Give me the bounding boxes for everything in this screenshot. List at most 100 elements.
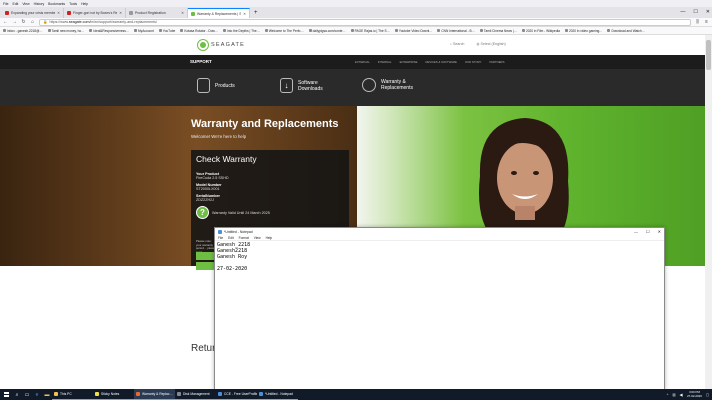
bookmark-item[interactable]: Download and Watch… bbox=[607, 29, 645, 33]
support-nav-item[interactable]: ENTERPRISE bbox=[400, 60, 418, 64]
minimize-icon[interactable]: — bbox=[680, 7, 685, 17]
support-mega-menu: Products ↓ Software Downloads Warranty & R… bbox=[0, 69, 712, 106]
taskbar-app[interactable]: Sticky Notes bbox=[93, 389, 134, 400]
page-scrollbar[interactable] bbox=[705, 35, 712, 389]
tab-bar: Expanding your crisis member…✕Finger-gor… bbox=[0, 7, 712, 18]
menu-icon[interactable]: ≡ bbox=[704, 19, 709, 25]
notepad-icon bbox=[218, 229, 222, 234]
maximize-icon[interactable]: ☐ bbox=[693, 7, 697, 17]
bookmark-item[interactable]: CNN International - B… bbox=[437, 29, 475, 33]
gear-icon bbox=[362, 78, 376, 92]
bookmark-favicon-icon bbox=[564, 29, 568, 32]
header-language-link[interactable]: ◍ Select (English) bbox=[476, 42, 505, 46]
chevron-up-icon[interactable]: ^ bbox=[667, 393, 669, 397]
bookmark-item[interactable]: YouTube bbox=[158, 29, 175, 33]
notepad-menu-help[interactable]: Help bbox=[266, 236, 273, 240]
bookmark-label: Into the Depths | The… bbox=[227, 28, 260, 33]
reload-icon[interactable]: ↻ bbox=[21, 19, 26, 25]
header-search-link[interactable]: ⌕ Search bbox=[450, 42, 464, 46]
taskbar-app[interactable]: Warranty & Replac… bbox=[134, 389, 175, 400]
taskbar-app[interactable]: *Untitled - Notepad bbox=[257, 389, 298, 400]
bookmark-item[interactable]: dailypigsa.com/conte… bbox=[308, 29, 346, 33]
menu-item-bookmarks[interactable]: Bookmarks bbox=[48, 2, 65, 6]
support-nav-item[interactable]: EXTERNAL bbox=[355, 60, 370, 64]
taskbar-app[interactable]: This PC bbox=[52, 389, 93, 400]
home-icon[interactable]: ⌂ bbox=[30, 19, 35, 25]
browser-tab[interactable]: Warranty & Replacements | S… ✕ bbox=[188, 8, 250, 18]
green-action-button-2[interactable] bbox=[196, 262, 216, 270]
mega-item-products[interactable]: Products bbox=[197, 78, 235, 93]
browser-tab[interactable]: Expanding your crisis member…✕ bbox=[2, 8, 64, 18]
search-label: Search bbox=[453, 42, 465, 46]
notifications-icon[interactable]: ▢ bbox=[706, 393, 709, 397]
taskbar-app[interactable]: Disk Management bbox=[175, 389, 216, 400]
menu-item-history[interactable]: History bbox=[34, 2, 45, 6]
tab-favicon-icon bbox=[5, 11, 9, 15]
support-nav-item[interactable]: INTERNAL bbox=[378, 60, 392, 64]
lock-icon: 🔒 bbox=[43, 20, 48, 24]
hero-title: Warranty and Replacements bbox=[191, 118, 339, 130]
notepad-menu-file[interactable]: File bbox=[218, 236, 223, 240]
tab-close-icon[interactable]: ✕ bbox=[181, 11, 184, 15]
support-nav-item[interactable]: PARTNERS bbox=[489, 60, 504, 64]
bookmark-item[interactable]: 2020 in video gaming… bbox=[564, 29, 602, 33]
bookmark-item[interactable]: MyAccount bbox=[134, 29, 154, 33]
library-icon[interactable]: ⫼ bbox=[695, 19, 700, 25]
bookmark-item[interactable]: Inbox - ganesh.2218@… bbox=[3, 29, 43, 33]
start-button[interactable] bbox=[0, 389, 12, 400]
tab-close-icon[interactable]: ✕ bbox=[243, 12, 246, 16]
taskbar-app[interactable]: CCE - Free UserProfile… bbox=[216, 389, 257, 400]
network-icon[interactable]: ▥ bbox=[672, 393, 675, 397]
notepad-titlebar[interactable]: *Untitled - Notepad — ☐ ✕ bbox=[215, 228, 664, 235]
back-icon[interactable]: ← bbox=[3, 19, 8, 25]
bookmark-item[interactable]: Tamil new money, ho… bbox=[47, 29, 84, 33]
green-action-button-1[interactable] bbox=[196, 252, 216, 260]
bookmark-item[interactable]: Into the Depths | The… bbox=[223, 29, 260, 33]
task-view-icon[interactable]: ▭ bbox=[22, 389, 32, 400]
notepad-menu-format[interactable]: Format bbox=[239, 236, 249, 240]
volume-icon[interactable]: ◀) bbox=[679, 393, 683, 397]
bookmark-item[interactable]: Welcome to The Perfo… bbox=[264, 29, 304, 33]
bookmark-item[interactable]: 2020 in Film - Wikipedia bbox=[521, 29, 560, 33]
bookmark-favicon-icon bbox=[3, 29, 6, 32]
bookmark-item[interactable]: Youtube Video Downl… bbox=[394, 29, 432, 33]
support-nav-item[interactable]: OUR STORY bbox=[465, 60, 482, 64]
tab-close-icon[interactable]: ✕ bbox=[119, 11, 122, 15]
search-icon[interactable]: ⌕ bbox=[12, 389, 22, 400]
forward-icon[interactable]: → bbox=[12, 19, 17, 25]
file-explorer-icon[interactable]: ▬ bbox=[42, 389, 52, 400]
bookmark-item[interactable]: Tamil Cinema News |… bbox=[479, 29, 517, 33]
browser-tab[interactable]: Finger-gori not by Boxes's Rec…✕ bbox=[64, 8, 126, 18]
bookmark-item[interactable]: Ideal&Responsiveness… bbox=[89, 29, 129, 33]
tab-label: Finger-gori not by Boxes's Rec… bbox=[73, 11, 117, 15]
scrollbar-thumb[interactable] bbox=[706, 40, 711, 70]
notepad-maximize-icon[interactable]: ☐ bbox=[646, 228, 650, 235]
support-label[interactable]: SUPPORT bbox=[190, 59, 212, 64]
support-nav-item[interactable]: DEVICES & SOFTWARE bbox=[425, 60, 456, 64]
taskbar-app-label: CCE - Free UserProfile… bbox=[224, 392, 257, 396]
browser-tab[interactable]: Product Registration ✕ bbox=[126, 8, 188, 18]
mega-item-warranty[interactable]: Warranty & Replacements bbox=[362, 78, 413, 92]
bookmark-item[interactable]: PAGE Rajas.io | The S… bbox=[350, 29, 390, 33]
notepad-menu-view[interactable]: View bbox=[254, 236, 261, 240]
menu-item-file[interactable]: File bbox=[3, 2, 8, 6]
seagate-logo[interactable]: SEAGATE bbox=[198, 40, 245, 50]
menu-item-tools[interactable]: Tools bbox=[69, 2, 77, 6]
bookmark-item[interactable]: Kotasa Rotator - Dow… bbox=[180, 29, 218, 33]
mega-label-products: Products bbox=[215, 82, 235, 89]
menu-item-help[interactable]: Help bbox=[81, 2, 88, 6]
edge-icon[interactable]: e bbox=[32, 389, 42, 400]
url-bar[interactable]: 🔒 https://www. seagate.com/in/en/support/… bbox=[39, 18, 691, 26]
url-domain: seagate.com bbox=[68, 20, 90, 24]
tab-close-icon[interactable]: ✕ bbox=[57, 11, 60, 15]
notepad-minimize-icon[interactable]: — bbox=[634, 228, 638, 235]
notepad-menu-edit[interactable]: Edit bbox=[228, 236, 234, 240]
mega-item-software[interactable]: ↓ Software Downloads bbox=[280, 78, 323, 93]
close-icon[interactable]: ✕ bbox=[706, 7, 710, 17]
notepad-text-area[interactable]: Ganesh_2218 Ganesh2218 Ganesh Roy 27-02-202… bbox=[215, 241, 664, 273]
new-tab-button[interactable]: + bbox=[250, 8, 262, 18]
menu-item-edit[interactable]: Edit bbox=[12, 2, 18, 6]
notepad-close-icon[interactable]: ✕ bbox=[658, 228, 661, 235]
menu-item-view[interactable]: View bbox=[22, 2, 29, 6]
clock[interactable]: 3:00 PM 27-02-2020 bbox=[687, 390, 702, 398]
